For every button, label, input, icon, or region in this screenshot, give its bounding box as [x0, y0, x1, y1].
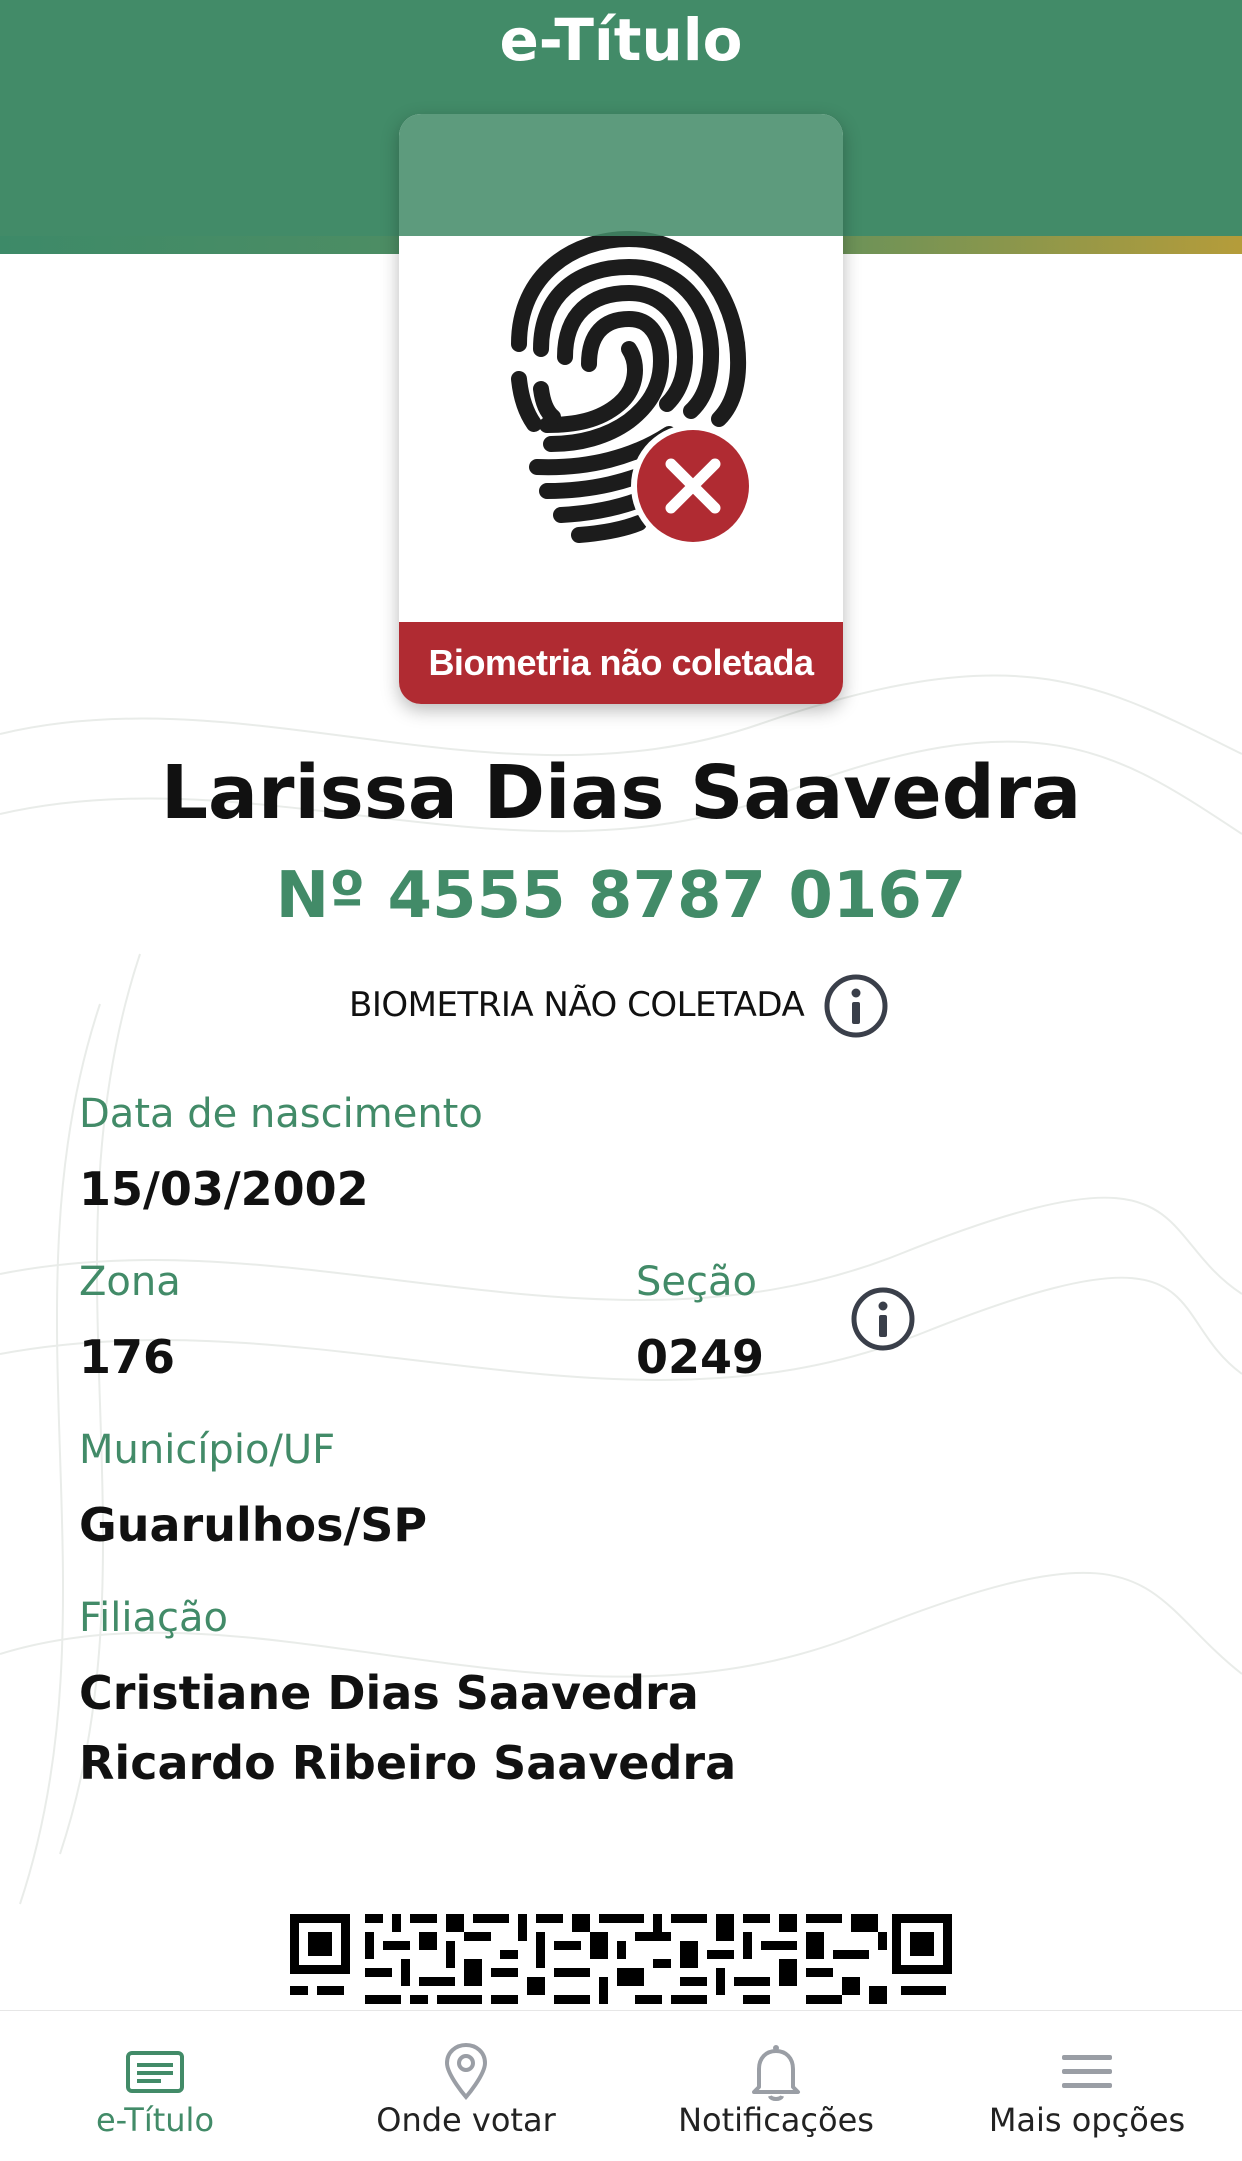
nav-label-onde-votar: Onde votar [376, 2101, 556, 2139]
parents-label: Filiação [79, 1595, 228, 1641]
city-value: Guarulhos/SP [79, 1498, 428, 1552]
header-overlay [399, 114, 843, 236]
parent-1: Cristiane Dias Saavedra [79, 1666, 699, 1720]
nav-item-mais-opcoes[interactable]: Mais opções [932, 2011, 1242, 2161]
nav-item-notificacoes[interactable]: Notificações [621, 2011, 931, 2161]
birth-date-value: 15/03/2002 [79, 1162, 369, 1216]
bottom-navigation: e-Título Onde votar Notificações Mais op… [0, 2010, 1242, 2161]
parent-2: Ricardo Ribeiro Saavedra [79, 1736, 737, 1790]
biometry-status-banner: Biometria não coletada [399, 622, 843, 704]
section-info-icon[interactable] [850, 1286, 916, 1352]
nav-label-mais-opcoes: Mais opções [988, 2101, 1186, 2139]
voter-name: Larissa Dias Saavedra [160, 750, 1082, 836]
biometry-status-text: BIOMETRIA NÃO COLETADA [349, 985, 805, 1025]
section-value: 0249 [636, 1330, 765, 1384]
app-title: e-Título [499, 6, 743, 74]
nav-label-e-titulo: e-Título [95, 2101, 215, 2139]
biometry-card[interactable]: Biometria não coletada [399, 114, 843, 704]
city-label: Município/UF [79, 1427, 336, 1473]
id-card-icon [126, 2051, 184, 2093]
section-label: Seção [636, 1259, 757, 1305]
menu-icon [1062, 2055, 1112, 2088]
nav-label-notificacoes: Notificações [678, 2101, 874, 2139]
nav-item-e-titulo[interactable]: e-Título [0, 2011, 310, 2161]
nav-item-onde-votar[interactable]: Onde votar [311, 2011, 621, 2161]
bell-icon [752, 2045, 800, 2101]
biometry-info-icon[interactable] [823, 973, 889, 1039]
qr-code [290, 1910, 952, 2010]
voter-number: Nº 4555 8787 0167 [275, 859, 967, 933]
map-pin-icon [444, 2042, 488, 2101]
error-x-icon [631, 424, 755, 548]
birth-date-label: Data de nascimento [79, 1091, 483, 1137]
zone-label: Zona [79, 1259, 181, 1305]
zone-value: 176 [79, 1330, 176, 1384]
